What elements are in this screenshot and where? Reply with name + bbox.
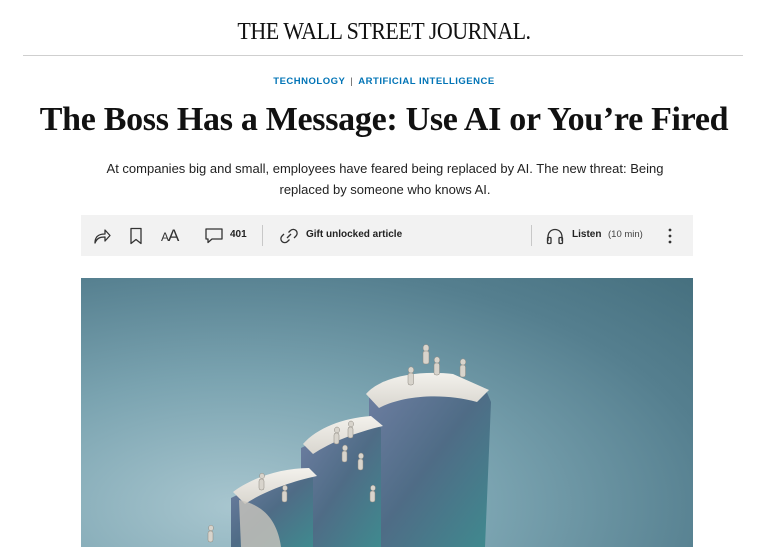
listen-duration: (10 min) <box>608 229 643 240</box>
article-dek: At companies big and small, employees ha… <box>106 161 664 197</box>
breadcrumb-separator: | <box>350 76 354 87</box>
breadcrumb: TECHNOLOGY | ARTIFICIAL INTELLIGENCE <box>0 76 768 87</box>
listen-button[interactable]: Listen <box>572 229 601 240</box>
bookmark-icon[interactable] <box>127 215 145 256</box>
gift-article-button[interactable]: Gift unlocked article <box>306 229 402 240</box>
article-headline: The Boss Has a Message: Use AI or You’re… <box>39 101 729 138</box>
comment-count[interactable]: 401 <box>230 229 247 240</box>
breadcrumb-section-link[interactable]: TECHNOLOGY <box>273 76 345 87</box>
headphones-icon[interactable] <box>544 215 566 256</box>
font-size-button[interactable]: AA <box>161 226 179 246</box>
article-hero-image <box>81 278 693 547</box>
toolbar-divider <box>262 225 263 246</box>
masthead-divider <box>23 55 743 56</box>
masthead-logo[interactable]: THE WALL STREET JOURNAL. <box>0 16 768 45</box>
breadcrumb-subsection-link[interactable]: ARTIFICIAL INTELLIGENCE <box>358 76 494 87</box>
toolbar-divider <box>531 225 532 246</box>
more-vertical-icon[interactable] <box>664 215 676 256</box>
link-icon[interactable] <box>278 215 300 256</box>
share-icon[interactable] <box>90 215 114 256</box>
article-illustration <box>207 344 491 547</box>
article-toolbar: AA 401 Gift unlocked article Listen (10 … <box>81 215 693 256</box>
comment-icon[interactable] <box>203 215 225 256</box>
